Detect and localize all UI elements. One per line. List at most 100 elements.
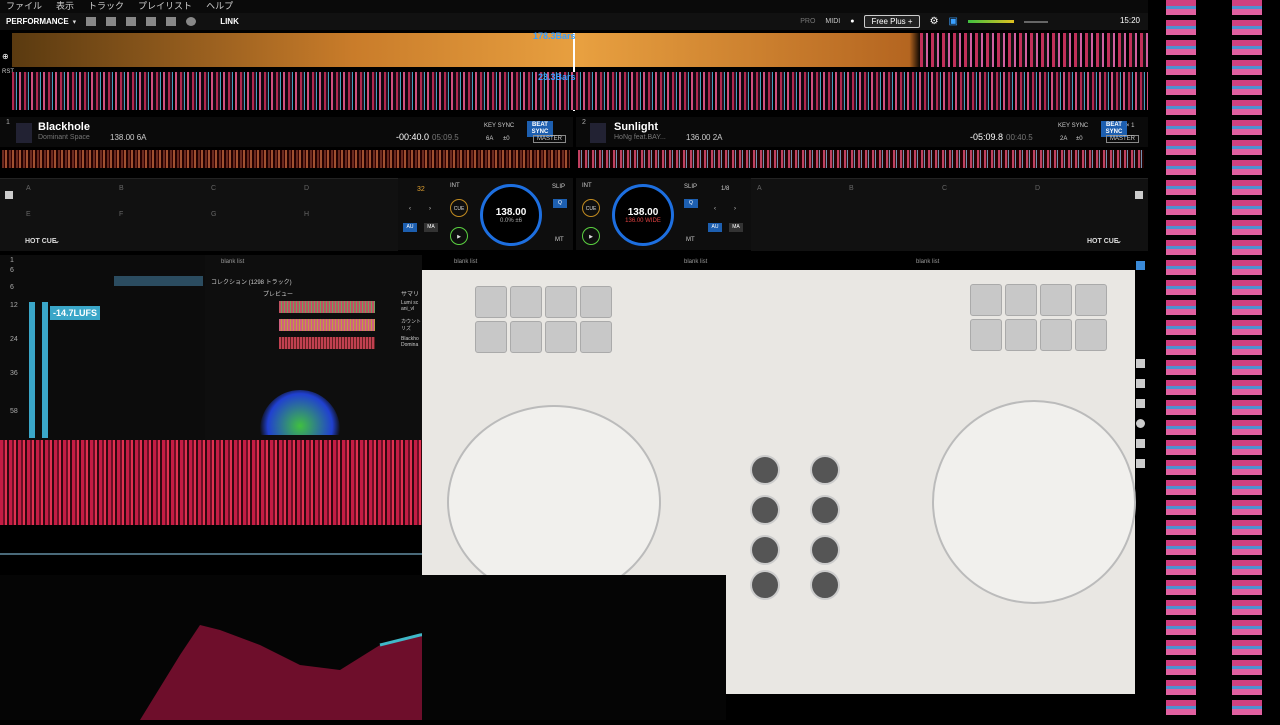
menu-view[interactable]: 表示 xyxy=(56,0,74,13)
collection-title[interactable]: コレクション (1298 トラック) xyxy=(211,277,292,286)
hotcue-c[interactable]: C xyxy=(211,185,216,192)
deck1-slip[interactable]: SLIP xyxy=(552,184,565,190)
chevron-down-icon[interactable]: ▾ xyxy=(73,18,77,26)
deck2-ma-button[interactable]: MA xyxy=(729,223,743,232)
deck2-waveform[interactable] xyxy=(12,72,1148,110)
save-icon[interactable] xyxy=(1136,399,1145,408)
settings-icon[interactable]: ⚙ xyxy=(930,16,939,27)
deck2-beatjump-back[interactable]: ‹ xyxy=(714,206,716,212)
hotcue-h[interactable]: H xyxy=(304,211,309,218)
deck2-slip[interactable]: SLIP xyxy=(684,184,697,190)
deck1-key-sync[interactable]: KEY SYNC xyxy=(484,123,514,129)
mode-selector[interactable]: PERFORMANCE xyxy=(6,17,69,26)
grid-icon[interactable] xyxy=(5,191,13,199)
browser-blank-list[interactable]: blank list xyxy=(221,259,244,265)
hotcue-b[interactable]: B xyxy=(119,185,124,192)
record-icon[interactable] xyxy=(186,17,197,26)
playlist-blank-list[interactable]: blank list xyxy=(916,259,939,265)
deck2-beatjump-forward[interactable]: › xyxy=(734,206,736,212)
deck1-master-button[interactable]: MASTER xyxy=(533,135,567,143)
deck1-ma-button[interactable]: MA xyxy=(424,223,438,232)
volume-slider[interactable] xyxy=(1024,20,1048,23)
deck2-time-remaining: -05:09.8 xyxy=(970,132,1004,142)
view-icon[interactable] xyxy=(106,17,117,26)
hotcue-g[interactable]: G xyxy=(211,211,216,218)
deck2-master-button[interactable]: MASTER xyxy=(1106,135,1140,143)
hotcue-d[interactable]: D xyxy=(1035,185,1040,192)
track-row[interactable]: カウントレ リズ xyxy=(209,318,426,333)
track-row[interactable]: Blackho Domina xyxy=(209,336,422,351)
hotcue-d[interactable]: D xyxy=(304,185,309,192)
deck2-q-button[interactable]: Q xyxy=(684,199,698,208)
hotcue-b[interactable]: B xyxy=(849,185,854,192)
tag-icon[interactable] xyxy=(1136,359,1145,368)
deck1-beatjump-forward[interactable]: › xyxy=(429,206,431,212)
chevron-down-icon[interactable]: ⌄ xyxy=(54,237,60,245)
list-icon[interactable] xyxy=(1136,261,1145,270)
deck2-mt[interactable]: MT xyxy=(686,237,695,243)
deck1-beatjump-back[interactable]: ‹ xyxy=(409,206,411,212)
zoom-icon[interactable]: ⊕ xyxy=(2,52,9,61)
eq-knob xyxy=(810,455,840,485)
info-icon[interactable]: ● xyxy=(850,18,854,25)
meter-tick: 6 xyxy=(10,267,14,274)
performance-pad xyxy=(970,319,1002,351)
deck1-q-button[interactable]: Q xyxy=(553,199,567,208)
menu-help[interactable]: ヘルプ xyxy=(206,0,233,13)
hotcue-a[interactable]: A xyxy=(757,185,762,192)
deck2-au-button[interactable]: AU xyxy=(708,223,722,232)
expand-icon[interactable] xyxy=(1136,379,1145,388)
menu-track[interactable]: トラック xyxy=(88,0,124,13)
panel-icon[interactable] xyxy=(1136,439,1145,448)
link-icon[interactable] xyxy=(1136,459,1145,468)
link-button[interactable]: LINK xyxy=(220,17,239,26)
deck1-cue-button[interactable]: CUE xyxy=(450,199,468,217)
deck1-mt[interactable]: MT xyxy=(555,237,564,243)
deck2-beat-count[interactable]: 1/8 xyxy=(721,186,729,192)
deck2-play-button[interactable]: ▶ xyxy=(582,227,600,245)
deck1-jog[interactable]: 138.00 0.0% ±6 xyxy=(480,184,542,246)
menu-bar: ファイル 表示 トラック プレイリスト ヘルプ xyxy=(0,0,1148,13)
deck1-transport: 32 INT ‹ › CUE ▶ AU MA 138.00 0.0% ±6 SL… xyxy=(398,178,573,250)
menu-playlist[interactable]: プレイリスト xyxy=(138,0,192,13)
sampler-icon[interactable] xyxy=(166,17,177,26)
deck2-cue-button[interactable]: CUE xyxy=(582,199,600,217)
info-icon[interactable] xyxy=(1136,419,1145,428)
free-plus-button[interactable]: Free Plus + xyxy=(864,15,920,28)
track-row[interactable]: Lumi sc ani_vl xyxy=(209,300,422,315)
deck2-hotcue-mode[interactable]: HOT CUE xyxy=(1087,238,1119,245)
deck1-bars-label: 178.3Bars xyxy=(533,31,576,41)
playlist-blank-list[interactable]: blank list xyxy=(454,259,477,265)
monitor-icon[interactable]: ▣ xyxy=(949,16,958,27)
deck1-int[interactable]: INT xyxy=(450,183,460,189)
hotcue-a[interactable]: A xyxy=(26,185,31,192)
deck2-overview[interactable] xyxy=(578,150,1144,168)
deck1-play-button[interactable]: ▶ xyxy=(450,227,468,245)
track-summary: Blackho Domina xyxy=(401,336,419,348)
deck2-int[interactable]: INT xyxy=(582,183,592,189)
grid-icon[interactable] xyxy=(146,17,157,26)
summary-column-header[interactable]: サマリ xyxy=(401,289,419,298)
deck1-key: 6A xyxy=(486,136,494,142)
deck2-x1[interactable]: × 1 xyxy=(1126,123,1135,129)
deck1-au-button[interactable]: AU xyxy=(403,223,417,232)
deck1-overview[interactable] xyxy=(2,150,570,168)
grid-icon[interactable] xyxy=(1135,191,1143,199)
deck2-key-sync[interactable]: KEY SYNC xyxy=(1058,123,1088,129)
hotcue-f[interactable]: F xyxy=(119,211,123,218)
menu-file[interactable]: ファイル xyxy=(6,0,42,13)
chevron-down-icon[interactable]: ⌄ xyxy=(1116,237,1122,245)
deck1-header: 1 Blackhole Dominant Space 138.00 6A -00… xyxy=(0,117,573,147)
hotcue-c[interactable]: C xyxy=(942,185,947,192)
lufs-readout: -14.7LUFS xyxy=(50,306,101,320)
layout-icon[interactable] xyxy=(86,17,97,26)
deck1-beat-count[interactable]: 32 xyxy=(417,186,425,193)
playlist-blank-list[interactable]: blank list xyxy=(684,259,707,265)
deck2-jog[interactable]: 138.00 136.00 WIDE xyxy=(612,184,674,246)
meter-bar-right xyxy=(42,302,48,438)
hotcue-e[interactable]: E xyxy=(26,211,31,218)
midi-button[interactable]: MIDI xyxy=(825,18,840,25)
preview-column-header[interactable]: プレビュー xyxy=(263,289,293,298)
deck1-hotcue-mode[interactable]: HOT CUE xyxy=(25,238,57,245)
mixer-icon[interactable] xyxy=(126,17,137,26)
